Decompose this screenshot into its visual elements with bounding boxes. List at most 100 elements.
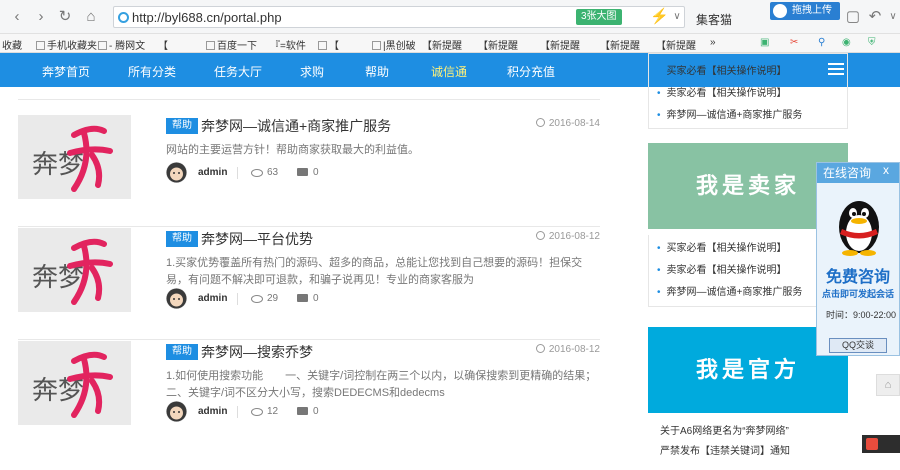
author-name[interactable]: admin	[198, 406, 227, 417]
sidebar-top-list: • 买家必看【相关操作说明】 • 卖家必看【相关操作说明】 • 奔梦网—诚信通+商家推…	[648, 53, 848, 129]
lightning-icon[interactable]: ⚡	[650, 8, 669, 26]
bookmark-item[interactable]: 【新提醒	[656, 37, 696, 52]
qq-hours: 时间：9:00-22:00	[826, 310, 897, 320]
site-icon	[118, 12, 129, 23]
image-count-badge[interactable]: 3张大图	[576, 9, 622, 25]
article-title[interactable]: 奔梦网—诚信通+商家推广服务	[201, 116, 391, 136]
search-box[interactable]: 集客猫	[696, 11, 732, 28]
avatar[interactable]	[166, 162, 187, 183]
article-date: 2016-08-14	[535, 118, 600, 129]
bookmark-icon	[372, 41, 381, 50]
category-tag[interactable]: 帮助	[166, 231, 198, 247]
qq-consult-widget: 在线咨询 x 免费咨询 点击即可发起会话 时间：9:00-22:00 QQ交谈	[816, 162, 900, 356]
sidebar-link[interactable]: • 买家必看【相关操作说明】	[657, 238, 839, 260]
shield-icon[interactable]: ⛨	[868, 37, 876, 48]
undo-icon[interactable]: ↶	[866, 8, 884, 26]
reload-icon[interactable]: ↻	[56, 8, 74, 26]
extension-icon[interactable]: ▣	[760, 37, 769, 48]
bookmark-item[interactable]: 【新提醒	[540, 37, 580, 52]
article-item: 奔梦 帮助 奔梦网—搜索乔梦 2016-08-12 1.如何使用搜索功能 一、关…	[18, 341, 613, 453]
sidebar-news-link[interactable]: 关于A6网络更名为“奔梦网络”	[660, 422, 789, 437]
article-meta: admin 63 0	[166, 162, 466, 184]
qq-penguin-icon[interactable]	[830, 193, 888, 257]
article-meta: admin 12 0	[166, 401, 466, 423]
sidebar-link[interactable]: • 卖家必看【相关操作说明】	[657, 260, 839, 282]
nav-item-help[interactable]: 帮助	[365, 63, 389, 80]
bookmark-icon	[318, 41, 327, 50]
back-to-top-icon[interactable]: ⌂	[876, 374, 900, 396]
bookmark-item[interactable]: |黑创破	[372, 37, 416, 52]
ime-icon[interactable]	[866, 438, 878, 450]
home-icon[interactable]: ⌂	[82, 8, 100, 26]
eye-icon	[251, 295, 263, 303]
article-summary: 1.如何使用搜索功能 一、关键字/词控制在两三个以内，以确保搜索到更精确的结果；…	[166, 370, 613, 399]
view-count: 63	[267, 167, 279, 178]
eye-icon	[251, 169, 263, 177]
bookmark-item[interactable]: 【	[318, 37, 339, 52]
sidebar-link[interactable]: • 奔梦网—诚信通+商家推广服务	[657, 105, 839, 127]
sidebar-link[interactable]: • 卖家必看【相关操作说明】	[657, 83, 839, 105]
close-icon[interactable]: x	[883, 163, 889, 177]
qq-chat-button[interactable]: QQ交谈	[829, 338, 887, 353]
divider	[237, 167, 238, 179]
menu-chevron-icon[interactable]: ∨	[884, 8, 900, 26]
article-thumbnail[interactable]: 奔梦	[18, 228, 131, 312]
nav-item-categories[interactable]: 所有分类	[128, 63, 176, 80]
bookmark-item[interactable]: 【新提醒	[600, 37, 640, 52]
clock-icon	[535, 231, 545, 240]
article-item: 奔梦 帮助 奔梦网—诚信通+商家推广服务 2016-08-14 网站的主要运营方…	[18, 115, 600, 227]
bookmark-item[interactable]: 【新提醒	[478, 37, 518, 52]
avatar[interactable]	[166, 288, 187, 309]
clock-icon	[535, 344, 545, 353]
comment-icon	[297, 168, 308, 176]
article-title[interactable]: 奔梦网—搜索乔梦	[201, 342, 313, 362]
bookmark-item[interactable]: - 腾网文	[98, 37, 145, 52]
divider	[237, 293, 238, 305]
avatar[interactable]	[166, 401, 187, 422]
game-icon[interactable]: ◉	[842, 37, 851, 48]
bookmark-icon	[98, 41, 107, 50]
bookmark-more[interactable]: »	[710, 37, 716, 48]
nav-item-recharge[interactable]: 积分充值	[507, 63, 555, 80]
url-text: http://byl688.cn/portal.php	[132, 10, 282, 25]
scissors-icon[interactable]: ✂	[790, 37, 798, 48]
article-summary: 1.买家优势覆盖所有热门的源码、超多的商品，总能让您找到自己想要的源码！担保交易…	[166, 257, 583, 286]
comment-icon	[297, 407, 308, 415]
article-thumbnail[interactable]: 奔梦	[18, 115, 131, 199]
bookmark-item[interactable]: 【新提醒	[422, 37, 462, 52]
qq-free-consult[interactable]: 免费咨询	[817, 263, 899, 287]
category-tag[interactable]: 帮助	[166, 118, 198, 134]
article-date: 2016-08-12	[535, 344, 600, 355]
article-list: 奔梦 帮助 奔梦网—诚信通+商家推广服务 2016-08-14 网站的主要运营方…	[18, 87, 613, 470]
back-icon[interactable]: ‹	[8, 8, 26, 26]
author-name[interactable]: admin	[198, 167, 227, 178]
forward-icon[interactable]: ›	[32, 8, 50, 26]
sidebar-link[interactable]: • 买家必看【相关操作说明】	[657, 61, 839, 83]
author-name[interactable]: admin	[198, 293, 227, 304]
search-icon[interactable]: ⚲	[818, 37, 825, 48]
bookmark-item[interactable]: 百度一下	[206, 37, 257, 52]
upload-popup[interactable]: 拖拽上传	[770, 2, 840, 20]
sidebar-news-link[interactable]: 严禁发布【违禁关键词】通知	[660, 442, 790, 457]
bookmark-item[interactable]: 手机收藏夹	[36, 37, 97, 52]
view-count: 29	[267, 293, 279, 304]
divider	[18, 99, 600, 100]
view-count: 12	[267, 406, 279, 417]
category-tag[interactable]: 帮助	[166, 344, 198, 360]
nav-item-task-hall[interactable]: 任务大厅	[214, 63, 262, 80]
article-title[interactable]: 奔梦网—平台优势	[201, 229, 313, 249]
chevron-down-icon[interactable]: ∨	[668, 8, 686, 26]
sidebar-link[interactable]: • 奔梦网—诚信通+商家推广服务	[657, 282, 839, 304]
comment-count: 0	[313, 293, 319, 304]
nav-item-wanted[interactable]: 求购	[300, 63, 324, 80]
nav-item-integrity[interactable]: 诚信通	[431, 63, 467, 80]
bookmark-item[interactable]: 『=软件	[270, 37, 306, 52]
nav-item-home[interactable]: 奔梦首页	[42, 63, 90, 80]
article-item: 奔梦 帮助 奔梦网—平台优势 2016-08-12 1.买家优势覆盖所有热门的源…	[18, 228, 600, 340]
bookmark-item[interactable]: 收藏	[2, 37, 22, 52]
bookmark-item[interactable]: 【	[158, 37, 168, 52]
bookmark-icon	[206, 41, 215, 50]
window-icon[interactable]: ▢	[844, 8, 862, 26]
bookmark-icon	[36, 41, 45, 50]
article-thumbnail[interactable]: 奔梦	[18, 341, 131, 425]
